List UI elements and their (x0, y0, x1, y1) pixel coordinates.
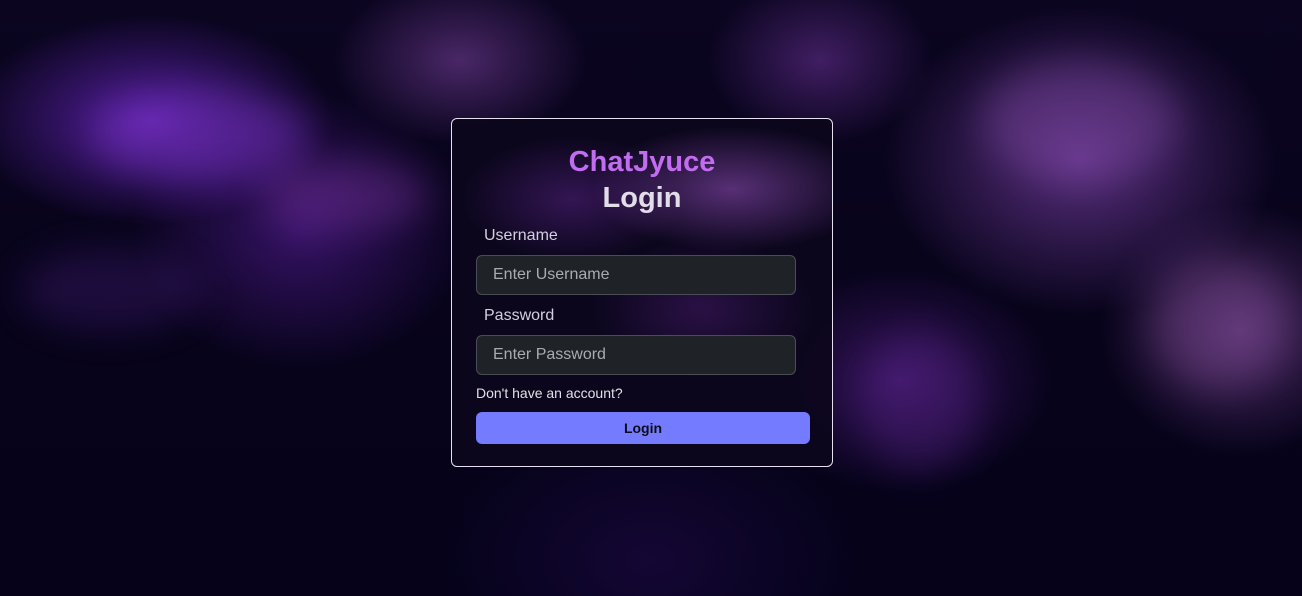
signup-link[interactable]: Don't have an account? (476, 385, 623, 401)
smoke-wisp (260, 160, 430, 230)
smoke-wisp (1150, 260, 1290, 390)
login-heading: Login (602, 182, 682, 214)
password-input[interactable] (476, 335, 796, 375)
smoke-wisp (20, 250, 200, 330)
smoke-wisp (860, 330, 980, 470)
login-card: ChatJyuce Login Username Password Don't … (451, 118, 833, 467)
login-button[interactable]: Login (476, 412, 810, 444)
username-input[interactable] (476, 255, 796, 295)
smoke-wisp (980, 60, 1180, 180)
username-label: Username (484, 227, 558, 244)
brand-title: ChatJyuce (568, 146, 716, 178)
password-label: Password (484, 307, 555, 324)
smoke-wisp (90, 90, 310, 180)
